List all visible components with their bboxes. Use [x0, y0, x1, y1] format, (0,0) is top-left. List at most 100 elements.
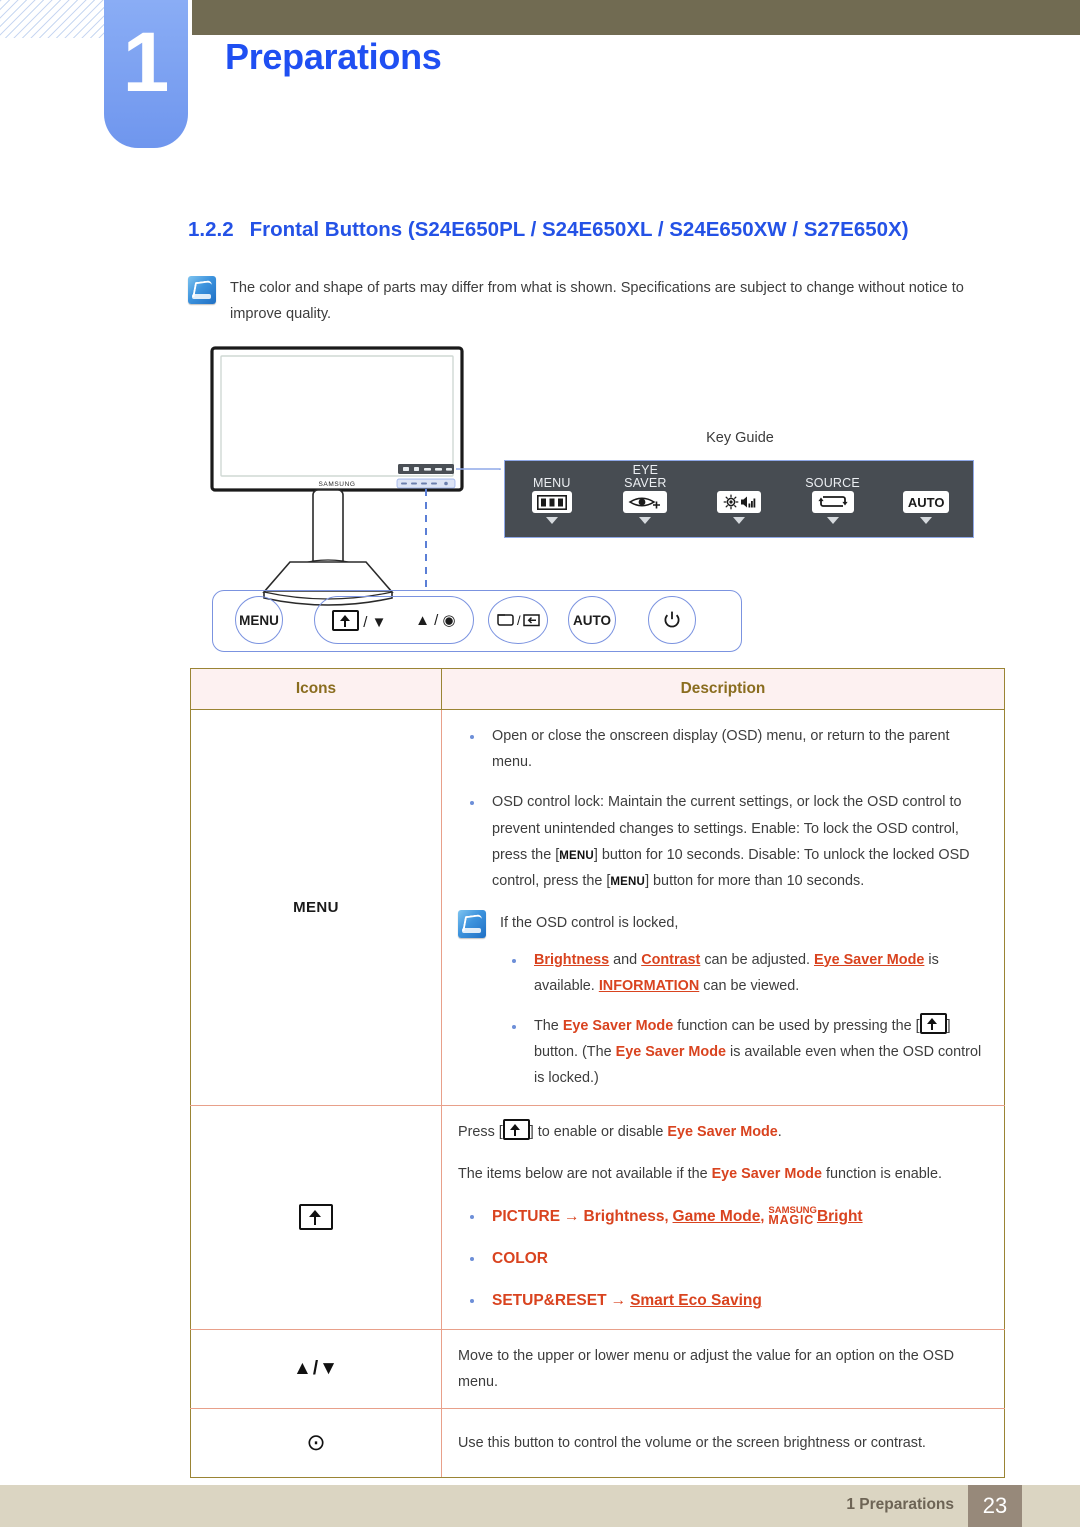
term-setup-reset: SETUP&RESET	[492, 1292, 607, 1310]
text-press-open: Press [	[458, 1123, 503, 1140]
eyesaver-line-1: Press [ ] to enable or disable Eye Saver …	[458, 1118, 988, 1145]
term-eye-saver-mode: Eye Saver Mode	[711, 1165, 822, 1182]
samsung-magic-logo: SAMSUNG MAGIC	[768, 1205, 817, 1228]
front-button-strip: MENU / ▼ ▲ / ◉ / AUTO	[212, 590, 742, 652]
table-row: ▲/▼ Move to the upper or lower menu or a…	[190, 1328, 1005, 1410]
eye-plus-icon	[623, 491, 668, 513]
text-is-locked: is locked.)	[534, 1070, 599, 1087]
key-guide-item-menu: MENU	[510, 463, 594, 524]
front-source-return-button[interactable]: /	[488, 596, 548, 644]
header-bar	[192, 0, 1080, 35]
text-period: .	[777, 1123, 782, 1140]
chapter-tab: 1	[104, 0, 188, 148]
term-eye-saver-mode: Eye Saver Mode	[813, 951, 925, 968]
footer-bar: 1 Preparations 23	[0, 1485, 1080, 1527]
list-item: Brightness and Contrast can be adjusted.…	[500, 947, 988, 999]
top-note-text: The color and shape of parts may differ …	[230, 280, 964, 322]
table-header-icons: Icons	[190, 668, 442, 710]
front-power-button[interactable]	[648, 596, 696, 644]
term-eye-saver-mode: Eye Saver Mode	[615, 1044, 726, 1061]
icons-description-table: Icons Description MENU Open or close the…	[190, 668, 1005, 1478]
list-item: Open or close the onscreen display (OSD)…	[458, 723, 988, 775]
row-eyesaver-description-cell: Press [ ] to enable or disable Eye Saver …	[441, 1104, 1005, 1330]
note-icon	[188, 276, 216, 304]
corner-hatch-decoration	[0, 0, 108, 38]
text-function-enable: function is enable.	[821, 1165, 942, 1182]
chevron-down-icon	[639, 517, 652, 524]
menu-bars-icon	[531, 491, 572, 513]
list-item: The Eye Saver Mode function can be used …	[500, 1012, 988, 1092]
term-brightness: Brightness	[583, 1208, 665, 1226]
eyesaver-line-2: The items below are not available if the…	[458, 1161, 988, 1187]
chevron-down-icon	[920, 517, 933, 524]
term-eye-saver-mode: Eye Saver Mode	[667, 1123, 778, 1140]
table-header-row: Icons Description	[190, 668, 1005, 710]
key-guide-item-eyesaver: EYE SAVER	[603, 463, 687, 524]
section-heading: 1.2.2 Frontal Buttons (S24E650PL / S24E65…	[188, 218, 909, 242]
front-eyesaver-down-button[interactable]: / ▼	[332, 609, 386, 631]
enter-dot-icon: ⊙	[306, 1429, 326, 1456]
front-auto-button[interactable]: AUTO	[568, 596, 616, 644]
row-enter-icon-cell: ⊙	[190, 1408, 442, 1478]
row-eyesaver-icon-cell	[190, 1104, 442, 1330]
text-function-used-by: function can be used by pressing the [	[677, 1017, 920, 1034]
source-loop-icon	[811, 491, 854, 513]
front-eyesaver-down-up-enter-pill[interactable]: / ▼ ▲ / ◉	[314, 596, 474, 644]
table-header-description: Description	[441, 668, 1005, 710]
term-smart-eco-saving: Smart Eco Saving	[630, 1292, 762, 1310]
row-updown-icon-cell: ▲/▼	[190, 1328, 442, 1410]
term-game-mode: Game Mode	[672, 1208, 761, 1226]
front-menu-button[interactable]: MENU	[235, 596, 283, 644]
arrow-glyph: →	[610, 1292, 627, 1310]
front-up-enter-button[interactable]: ▲ / ◉	[415, 611, 455, 629]
term-bright: Bright	[816, 1208, 863, 1226]
text-can-be-adjusted: can be adjusted.	[704, 951, 810, 968]
auto-text-icon: AUTO	[902, 491, 950, 513]
text-can-be-viewed: can be viewed.	[703, 977, 800, 994]
brightness-volume-icon	[716, 491, 761, 513]
term-contrast: Contrast	[641, 951, 701, 968]
key-guide-panel: MENU EYE SAVER SOURCE AUTO	[504, 460, 974, 538]
menu-label-icon: MENU	[293, 898, 339, 916]
menu-bullet-1: Open or close the onscreen display (OSD)…	[492, 728, 950, 771]
eye-saver-box-arrow-icon	[332, 609, 360, 631]
eye-saver-box-arrow-icon	[299, 1204, 333, 1231]
word-and: and	[613, 951, 638, 968]
text-the: The	[534, 1017, 559, 1034]
menu-keycap-2: MENU	[610, 876, 646, 889]
note-icon	[458, 910, 486, 939]
key-guide-item-source: SOURCE	[791, 463, 875, 524]
row-updown-description-cell: Move to the upper or lower menu or adjus…	[441, 1328, 1005, 1410]
term-picture: PICTURE	[492, 1208, 561, 1226]
text-to-enable: ] to enable or disable	[529, 1123, 668, 1140]
osd-locked-note: If the OSD control is locked, Brightness…	[458, 910, 988, 1091]
table-row: Press [ ] to enable or disable Eye Saver …	[190, 1104, 1005, 1330]
term-color: COLOR	[492, 1250, 548, 1268]
up-down-arrows-icon: ▲/▼	[293, 1357, 339, 1379]
svg-text:/: /	[517, 613, 521, 628]
comma-1: ,	[664, 1209, 669, 1226]
row-enter-description-cell: Use this button to control the volume or…	[441, 1408, 1005, 1478]
key-guide-label: Key Guide	[706, 430, 774, 446]
svg-text:SAMSUNG: SAMSUNG	[318, 481, 355, 488]
osd-locked-note-title: If the OSD control is locked,	[500, 915, 679, 932]
footer-page-number: 23	[968, 1485, 1022, 1527]
footer-chapter-text: 1 Preparations	[846, 1496, 954, 1513]
term-information: INFORMATION	[598, 977, 700, 994]
chapter-number: 1	[122, 15, 170, 109]
menu-bullet-list: Open or close the onscreen display (OSD)…	[458, 723, 988, 894]
table-row: MENU Open or close the onscreen display …	[190, 709, 1005, 1106]
top-note: The color and shape of parts may differ …	[188, 276, 978, 327]
menu-keycap-1: MENU	[559, 849, 594, 862]
eye-saver-box-arrow-icon	[919, 1012, 947, 1034]
list-item: OSD control lock: Maintain the current s…	[458, 789, 988, 894]
chevron-down-icon	[732, 517, 745, 524]
chevron-down-icon	[826, 517, 839, 524]
arrow-glyph: →	[564, 1208, 580, 1226]
key-guide-eyesaver-label: EYE SAVER	[624, 463, 667, 490]
list-item: SETUP&RESET → Smart Eco Saving	[458, 1287, 988, 1315]
chevron-down-icon	[545, 517, 558, 524]
term-eye-saver-mode: Eye Saver Mode	[562, 1017, 674, 1034]
key-guide-menu-label: MENU	[532, 475, 571, 490]
key-guide-source-label: SOURCE	[805, 475, 860, 490]
